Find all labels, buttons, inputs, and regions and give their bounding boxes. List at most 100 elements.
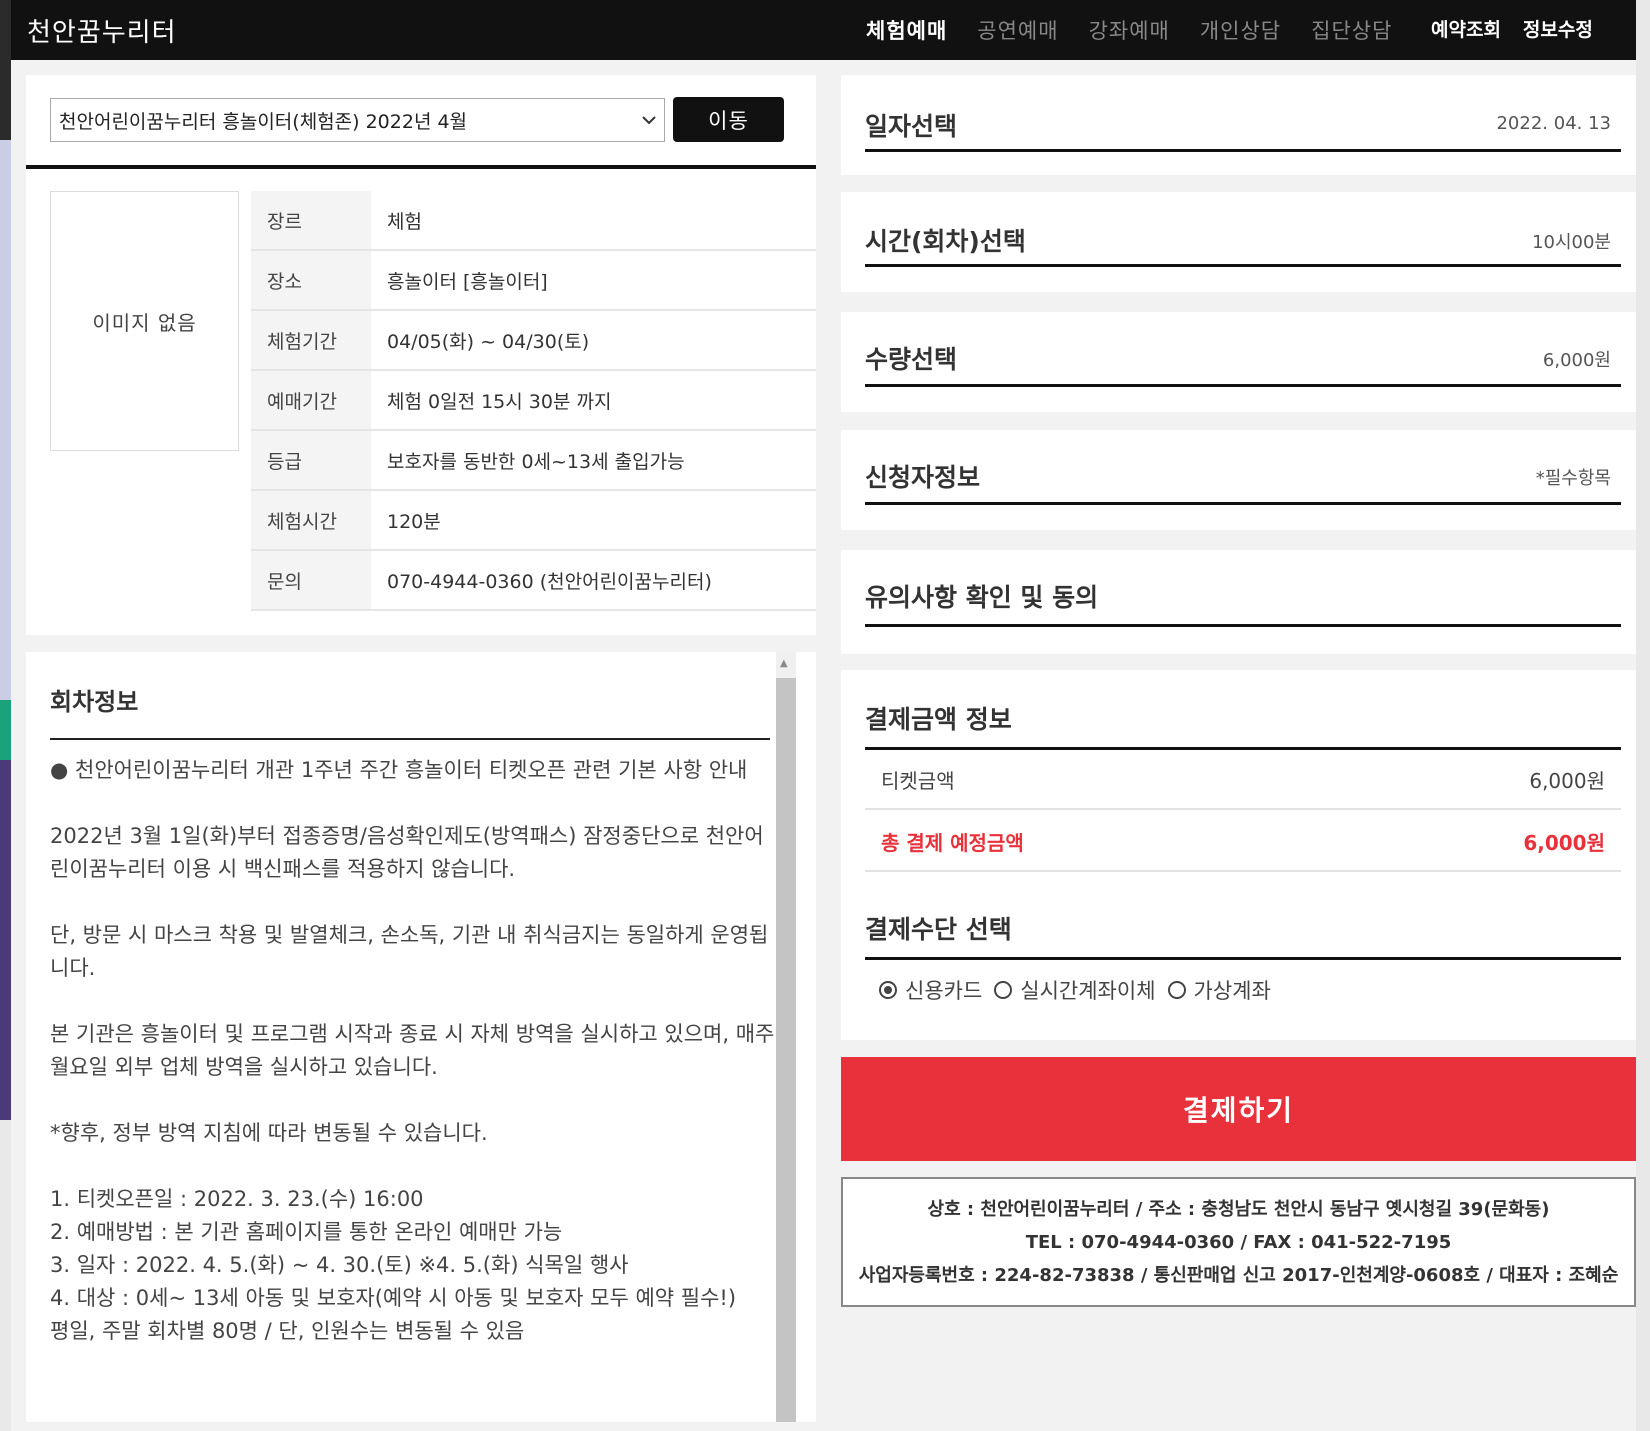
radio-unchecked-icon[interactable] — [994, 981, 1013, 999]
program-info-table: 장르 체험 장소 흥놀이터 [흥놀이터] 체험기간 04/05(화) ~ 04/30(… — [251, 191, 816, 611]
site-brand[interactable]: 천안꿈누리터 — [27, 12, 177, 49]
program-select-value: 천안어린이꿈누리터 흥놀이터(체험존) 2022년 4월 — [59, 110, 468, 133]
selected-time: 10시00분 — [1532, 232, 1611, 253]
agreement-section[interactable]: 유의사항 확인 및 동의 — [841, 550, 1636, 654]
payment-option-virtual-account[interactable]: 가상계좌 — [1167, 975, 1271, 1005]
divider — [50, 738, 770, 740]
info-key: 장소 — [251, 251, 371, 309]
session-info-title: 회차정보 — [50, 688, 139, 716]
payment-option-realtime-transfer[interactable]: 실시간계좌이체 — [994, 975, 1156, 1005]
desktop-background — [0, 0, 11, 1431]
scrollbar-thumb[interactable] — [776, 678, 796, 1422]
radio-checked-icon[interactable] — [879, 981, 897, 999]
date-select-title: 일자선택 — [865, 112, 958, 141]
nav-item-experience-booking[interactable]: 체험예매 — [866, 15, 947, 45]
top-navigation-bar: 천안꿈누리터 체험예매 공연예매 강좌예매 개인상담 집단상담 예약조회 정보수… — [11, 0, 1636, 60]
footer-line: 사업자등록번호 : 224-82-73838 / 통신판매업 신고 2017-인… — [858, 1265, 1619, 1286]
divider — [865, 384, 1621, 387]
program-image-placeholder: 이미지 없음 — [50, 191, 239, 451]
session-info-content: ● 천안어린이꿈누리터 개관 1주년 주간 흥놀이터 티켓오픈 관련 기본 사항… — [50, 754, 775, 1348]
notice-list-item: 4. 대상 : 0세~ 13세 아동 및 보호자(예약 시 아동 및 보호자 모… — [50, 1286, 737, 1310]
info-row: 체험기간 04/05(화) ~ 04/30(토) — [251, 311, 816, 371]
date-select-section[interactable]: 일자선택 2022. 04. 13 — [841, 75, 1636, 175]
nav-item-reservation-lookup[interactable]: 예약조회 — [1431, 15, 1501, 42]
info-value: 070-4944-0360 (천안어린이꿈누리터) — [387, 570, 712, 593]
total-amount-value: 6,000원 — [1523, 830, 1605, 855]
pay-button[interactable]: 결제하기 — [841, 1057, 1636, 1161]
session-info-panel: 회차정보 ● 천안어린이꿈누리터 개관 1주년 주간 흥놀이터 티켓오픈 관련 … — [26, 652, 816, 1422]
payment-method-title: 결제수단 선택 — [865, 915, 1012, 944]
radio-unchecked-icon[interactable] — [1167, 981, 1186, 999]
payment-info-title: 결제금액 정보 — [865, 705, 1012, 734]
program-select[interactable]: 천안어린이꿈누리터 흥놀이터(체험존) 2022년 4월 — [50, 98, 665, 142]
info-value: 보호자를 동반한 0세~13세 출입가능 — [387, 450, 685, 473]
info-value: 120분 — [387, 510, 441, 533]
nav-item-personal-counsel[interactable]: 개인상담 — [1200, 15, 1281, 45]
notice-list-item: 3. 일자 : 2022. 4. 5.(화) ~ 4. 30.(토) ※4. 5… — [50, 1253, 629, 1277]
payment-option-label: 실시간계좌이체 — [1020, 979, 1156, 1003]
program-info-panel: 천안어린이꿈누리터 흥놀이터(체험존) 2022년 4월 이동 이미지 없음 장… — [26, 75, 816, 635]
quantity-select-section[interactable]: 수량선택 6,000원 — [841, 312, 1636, 412]
quantity-select-title: 수량선택 — [865, 345, 958, 374]
payment-info-panel: 결제금액 정보 티켓금액 6,000원 총 결제 예정금액 6,000원 결제수… — [841, 670, 1636, 1040]
user-nav: 예약조회 정보수정 — [1431, 0, 1615, 56]
ticket-amount-label: 티켓금액 — [881, 768, 955, 793]
browser-window: 천안꿈누리터 체험예매 공연예매 강좌예매 개인상담 집단상담 예약조회 정보수… — [11, 0, 1636, 1422]
info-key: 문의 — [251, 551, 371, 609]
info-key: 체험시간 — [251, 491, 371, 549]
agreement-title: 유의사항 확인 및 동의 — [865, 583, 1099, 612]
time-select-title: 시간(회차)선택 — [865, 227, 1026, 256]
info-value: 04/05(화) ~ 04/30(토) — [387, 330, 590, 353]
payment-option-label: 가상계좌 — [1193, 979, 1271, 1003]
quantity-price: 6,000원 — [1542, 350, 1611, 371]
notice-paragraph: 본 기관은 흥놀이터 및 프로그램 시작과 종료 시 자체 방역을 실시하고 있… — [50, 1022, 775, 1079]
ticket-amount-value: 6,000원 — [1529, 768, 1605, 793]
notice-list-item: 1. 티켓오픈일 : 2022. 3. 23.(수) 16:00 — [50, 1187, 424, 1211]
nav-item-lecture-booking[interactable]: 강좌예매 — [1089, 15, 1170, 45]
payment-option-credit-card[interactable]: 신용카드 — [879, 975, 982, 1005]
divider — [865, 624, 1621, 627]
notice-paragraph: 단, 방문 시 마스크 착용 및 발열체크, 손소독, 기관 내 취식금지는 동… — [50, 923, 769, 980]
nav-item-group-counsel[interactable]: 집단상담 — [1311, 15, 1392, 45]
total-amount-row: 총 결제 예정금액 6,000원 — [865, 812, 1621, 872]
info-key: 등급 — [251, 431, 371, 489]
info-row: 문의 070-4944-0360 (천안어린이꿈누리터) — [251, 551, 816, 611]
move-button[interactable]: 이동 — [673, 97, 784, 142]
scrollbar[interactable]: ▲ — [776, 652, 796, 1422]
divider — [26, 165, 816, 169]
main-nav: 체험예매 공연예매 강좌예매 개인상담 집단상담 — [866, 0, 1422, 60]
info-value: 체험 0일전 15시 30분 까지 — [387, 390, 612, 413]
desktop-background-right — [1636, 0, 1650, 1431]
nav-item-edit-info[interactable]: 정보수정 — [1523, 15, 1593, 42]
chevron-down-icon — [642, 109, 656, 130]
ticket-amount-row: 티켓금액 6,000원 — [865, 750, 1621, 810]
payment-method-options: 신용카드 실시간계좌이체 가상계좌 — [879, 975, 1283, 1005]
scroll-up-icon[interactable]: ▲ — [780, 658, 788, 669]
info-row: 체험시간 120분 — [251, 491, 816, 551]
divider — [865, 957, 1621, 960]
info-key: 체험기간 — [251, 311, 371, 369]
notice-list-item: 2. 예매방법 : 본 기관 홈페이지를 통한 온라인 예매만 가능 — [50, 1220, 563, 1244]
footer-line: TEL : 070-4944-0360 / FAX : 041-522-7195 — [1025, 1232, 1452, 1253]
info-key: 예매기간 — [251, 371, 371, 429]
nav-item-performance-booking[interactable]: 공연예매 — [977, 15, 1058, 45]
applicant-info-section[interactable]: 신청자정보 *필수항목 — [841, 430, 1636, 530]
total-amount-label: 총 결제 예정금액 — [881, 830, 1024, 855]
divider — [865, 149, 1621, 152]
time-select-section[interactable]: 시간(회차)선택 10시00분 — [841, 192, 1636, 292]
info-value: 흥놀이터 [흥놀이터] — [387, 270, 548, 293]
info-key: 장르 — [251, 191, 371, 249]
divider — [865, 502, 1621, 505]
selected-date: 2022. 04. 13 — [1496, 113, 1611, 134]
applicant-info-title: 신청자정보 — [865, 463, 981, 492]
notice-paragraph: ● 천안어린이꿈누리터 개관 1주년 주간 흥놀이터 티켓오픈 관련 기본 사항… — [50, 758, 748, 782]
info-row: 장소 흥놀이터 [흥놀이터] — [251, 251, 816, 311]
payment-option-label: 신용카드 — [905, 979, 983, 1003]
required-note: *필수항목 — [1535, 468, 1611, 489]
notice-list-item: 평일, 주말 회차별 80명 / 단, 인원수는 변동될 수 있음 — [50, 1319, 525, 1343]
info-row: 예매기간 체험 0일전 15시 30분 까지 — [251, 371, 816, 431]
business-info-footer: 상호 : 천안어린이꿈누리터 / 주소 : 충청남도 천안시 동남구 옛시청길 … — [841, 1177, 1636, 1307]
notice-paragraph: *향후, 정부 방역 지침에 따라 변동될 수 있습니다. — [50, 1121, 488, 1145]
info-row: 등급 보호자를 동반한 0세~13세 출입가능 — [251, 431, 816, 491]
divider — [865, 264, 1621, 267]
